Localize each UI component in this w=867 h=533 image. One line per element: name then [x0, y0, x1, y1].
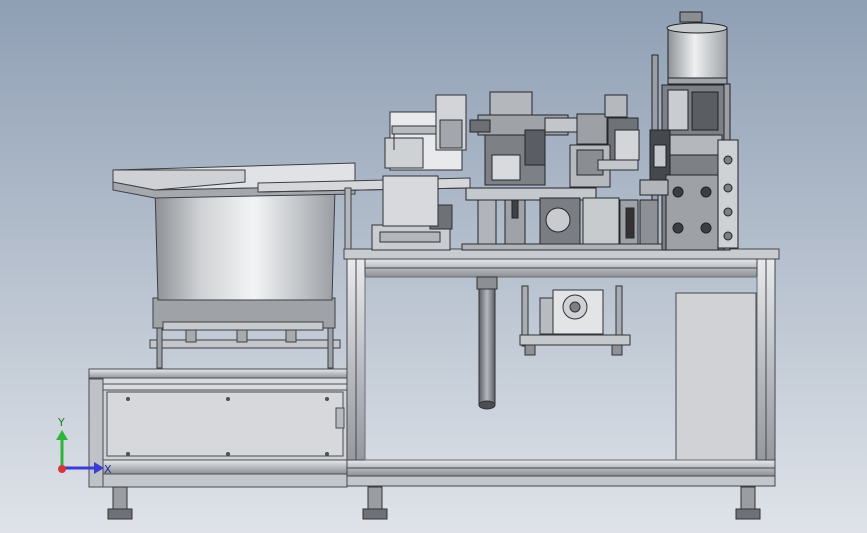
- y-axis-label: Y: [57, 416, 65, 429]
- x-axis-label: X: [104, 463, 112, 476]
- z-axis-dot: [58, 465, 66, 473]
- left-base-cabinet: [88, 368, 348, 488]
- cad-viewport[interactable]: Y X: [0, 0, 867, 533]
- discharge-tube: [476, 276, 498, 410]
